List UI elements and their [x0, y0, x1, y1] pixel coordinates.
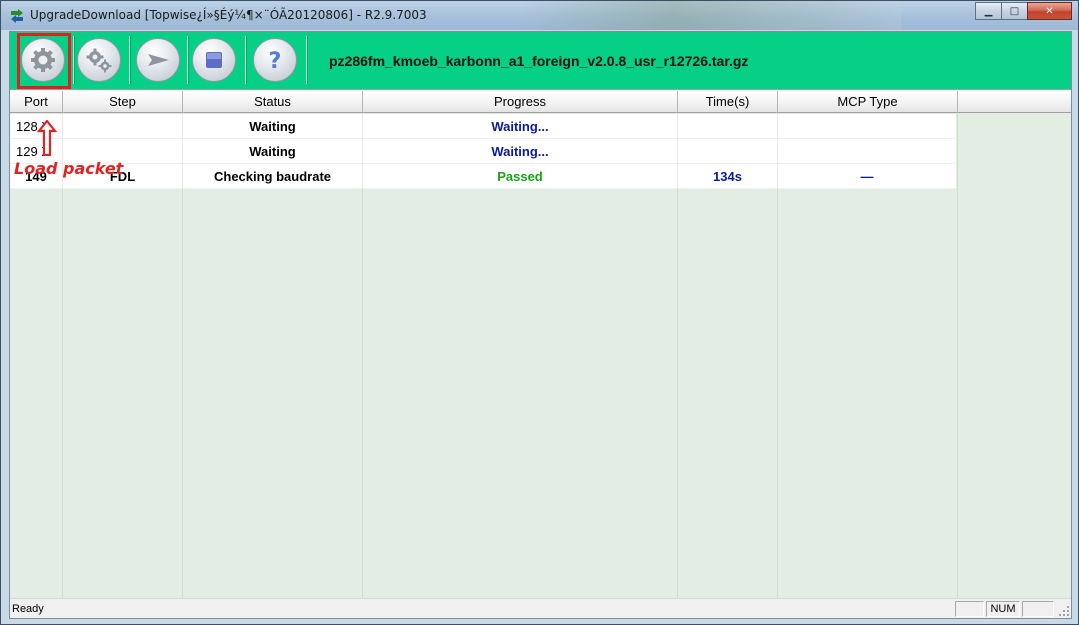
window-controls: ▁ □ ✕ [975, 2, 1072, 20]
resize-grip-icon[interactable] [1058, 605, 1070, 617]
toolbar-separator [245, 36, 246, 84]
load-packet-annotation: Load packet [14, 159, 124, 178]
column-header-step[interactable]: Step [63, 91, 183, 113]
status-cell: Checking baudrate [183, 164, 363, 189]
column-header-port[interactable]: Port [10, 91, 63, 113]
minimize-icon: ▁ [984, 5, 993, 17]
annotation-arrow-icon [37, 120, 57, 156]
close-icon: ✕ [1045, 5, 1054, 17]
close-button[interactable]: ✕ [1027, 2, 1072, 20]
table-row[interactable]: 129 X Waiting Waiting... [10, 139, 957, 164]
status-pane-caps [955, 601, 984, 617]
status-text: Ready [12, 603, 44, 615]
toolbar-separator [73, 36, 74, 84]
toolbar-separator [187, 36, 188, 84]
status-pane-num: NUM [986, 601, 1020, 617]
maximize-icon: □ [1009, 5, 1020, 17]
time-cell: 134s [678, 164, 778, 189]
load-packet-highlight [17, 33, 71, 89]
maximize-button[interactable]: □ [1001, 2, 1028, 20]
gears-icon [86, 48, 112, 73]
time-cell [678, 114, 778, 139]
app-icon [11, 9, 23, 23]
status-cell: Waiting [183, 114, 363, 139]
packet-file-name: pz286fm_kmoeb_karbonn_a1_foreign_v2.0.8_… [329, 53, 749, 69]
column-header-time[interactable]: Time(s) [678, 91, 778, 113]
progress-cell: Waiting... [363, 114, 678, 139]
toolbar: ? pz286fm_kmoeb_karbonn_a1_foreign_v2.0.… [10, 32, 1071, 90]
minimize-button[interactable]: ▁ [975, 2, 1002, 20]
toolbar-separator [306, 36, 307, 84]
start-button[interactable] [136, 38, 180, 82]
status-pane-scroll [1022, 601, 1054, 617]
table-header: Port Step Status Progress Time(s) MCP Ty… [10, 91, 1071, 113]
stop-icon [206, 52, 222, 68]
title-bar[interactable]: UpgradeDownload [Topwise¿Í»§Éý¼¶×¨ÓÃ2012… [1, 1, 1078, 30]
mcp-type-cell [778, 139, 957, 164]
stop-button[interactable] [192, 38, 236, 82]
app-window: UpgradeDownload [Topwise¿Í»§Éý¼¶×¨ÓÃ2012… [0, 0, 1079, 625]
table-row[interactable]: 128 X Waiting Waiting... [10, 114, 957, 139]
svg-text:?: ? [269, 49, 282, 74]
progress-cell: Passed [363, 164, 678, 189]
table-row[interactable]: 149 FDL Checking baudrate Passed 134s — [10, 164, 957, 189]
grid-line [957, 113, 958, 598]
progress-cell: Waiting... [363, 139, 678, 164]
settings-button[interactable] [77, 38, 121, 82]
status-bar: Ready NUM [10, 598, 1071, 618]
time-cell [678, 139, 778, 164]
play-arrow-icon [148, 54, 169, 66]
port-table: Port Step Status Progress Time(s) MCP Ty… [10, 91, 1071, 598]
mcp-type-cell: — [778, 164, 957, 189]
client-area: ? pz286fm_kmoeb_karbonn_a1_foreign_v2.0.… [9, 31, 1072, 619]
question-icon: ? [269, 49, 282, 74]
step-cell [63, 114, 183, 139]
column-header-status[interactable]: Status [183, 91, 363, 113]
help-button[interactable]: ? [253, 38, 297, 82]
column-header-progress[interactable]: Progress [363, 91, 678, 113]
column-header-mcp-type[interactable]: MCP Type [778, 91, 958, 113]
title-bar-backdrop [521, 1, 901, 30]
status-cell: Waiting [183, 139, 363, 164]
toolbar-separator [129, 36, 130, 84]
window-title: UpgradeDownload [Topwise¿Í»§Éý¼¶×¨ÓÃ2012… [30, 8, 427, 22]
mcp-type-cell [778, 114, 957, 139]
